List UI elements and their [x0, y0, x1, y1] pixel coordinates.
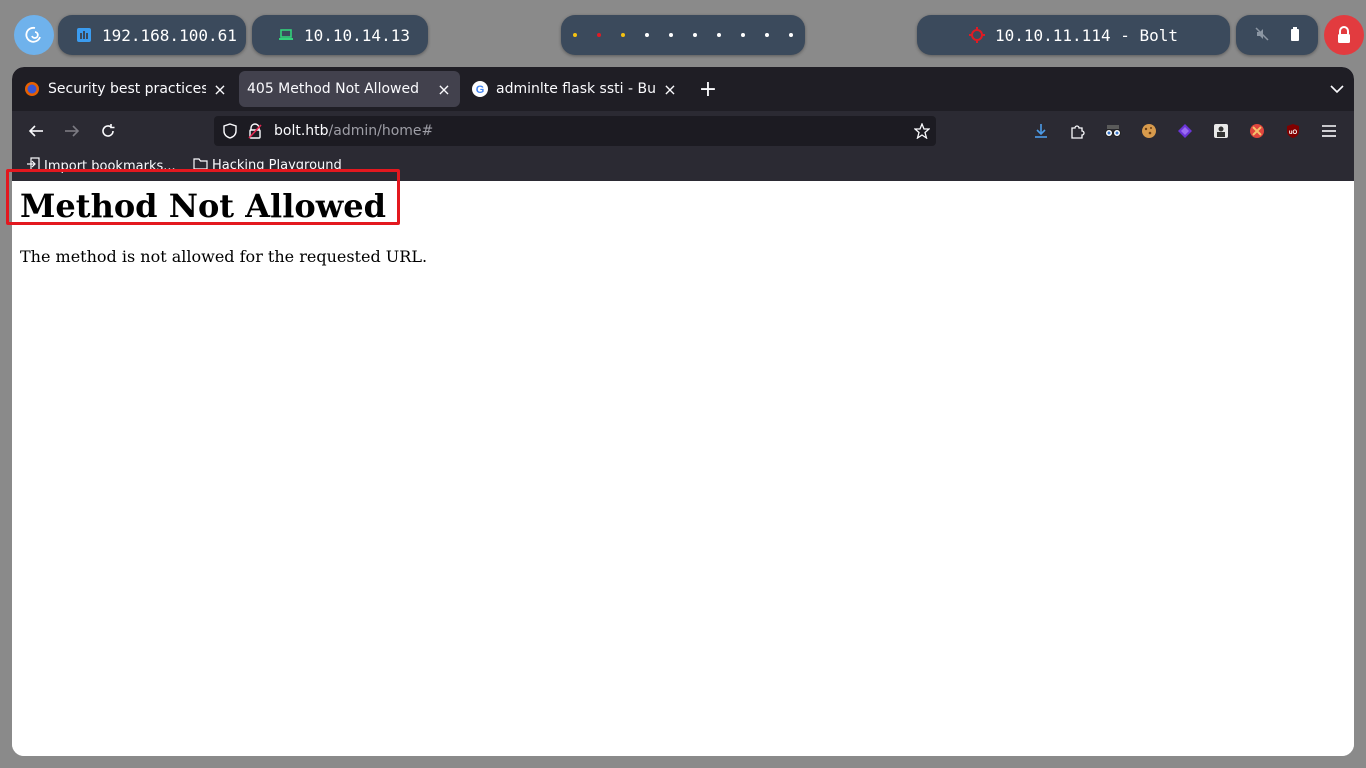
wappalyzer-extension-icon[interactable]: [1176, 122, 1194, 140]
insecure-lock-icon[interactable]: [248, 123, 262, 139]
svg-text:G: G: [476, 84, 485, 96]
tab-adminlte-flask-ssti[interactable]: G adminlte flask ssti - Busc ×: [464, 71, 686, 107]
bookmark-label: Hacking Playground: [212, 158, 342, 173]
user-agent-extension-icon[interactable]: [1212, 122, 1230, 140]
workspace-switcher[interactable]: [561, 15, 805, 55]
bookmark-import[interactable]: Import bookmarks...: [26, 157, 176, 175]
google-icon: G: [472, 81, 488, 97]
battery-icon[interactable]: [1290, 26, 1300, 45]
local-ip-text: 192.168.100.61: [102, 25, 237, 45]
shield-icon[interactable]: [222, 123, 238, 139]
network-icon: [76, 27, 92, 43]
close-tab-icon[interactable]: ×: [212, 80, 228, 99]
bookmark-label: Import bookmarks...: [44, 158, 176, 174]
tab-security-best-practices[interactable]: Security best practices | ×: [16, 71, 236, 107]
svg-text:uO: uO: [1289, 130, 1298, 136]
workspace-dot[interactable]: [779, 23, 803, 47]
back-arrow-icon[interactable]: [26, 121, 46, 141]
workspace-dot[interactable]: [587, 23, 611, 47]
tab-405-method-not-allowed[interactable]: 405 Method Not Allowed ×: [239, 71, 460, 107]
close-tab-icon[interactable]: ×: [436, 80, 452, 99]
workspace-dot[interactable]: [611, 23, 635, 47]
extensions-puzzle-icon[interactable]: [1068, 122, 1086, 140]
workspace-dot[interactable]: [563, 23, 587, 47]
cookie-extension-icon[interactable]: [1140, 122, 1158, 140]
hacktools-extension-icon[interactable]: [1248, 122, 1266, 140]
tab-title: Security best practices |: [48, 81, 206, 97]
url-path: /admin/home#: [328, 123, 434, 139]
vpn-ip-text: 10.10.14.13: [304, 25, 410, 45]
workspace-dot[interactable]: [683, 23, 707, 47]
downloads-icon[interactable]: [1032, 122, 1050, 140]
firefox-icon: [24, 81, 40, 97]
forward-arrow-icon[interactable]: [62, 121, 82, 141]
navigation-toolbar: bolt.htb/admin/home# uO: [12, 111, 1354, 151]
folder-icon: [193, 157, 212, 174]
page-content: Method Not Allowed The method is not all…: [12, 181, 1354, 756]
ublock-origin-icon[interactable]: uO: [1284, 122, 1302, 140]
target-crosshair-icon: [968, 27, 985, 43]
page-heading: Method Not Allowed: [20, 187, 386, 225]
spy-glasses-extension-icon[interactable]: [1104, 122, 1122, 140]
debian-logo-icon[interactable]: [14, 15, 54, 55]
vpn-ip-widget[interactable]: 10.10.14.13: [252, 15, 428, 55]
bookmarks-toolbar: Import bookmarks... Hacking Playground: [12, 151, 1354, 181]
workspace-dot[interactable]: [755, 23, 779, 47]
tab-title: 405 Method Not Allowed: [247, 81, 419, 97]
workspace-dot[interactable]: [731, 23, 755, 47]
bookmark-star-icon[interactable]: [913, 122, 931, 143]
close-tab-icon[interactable]: ×: [662, 80, 678, 99]
workspace-dot[interactable]: [707, 23, 731, 47]
tab-title: adminlte flask ssti - Busc: [496, 81, 656, 97]
target-widget[interactable]: 10.10.11.114 - Bolt: [917, 15, 1230, 55]
list-all-tabs-chevron-icon[interactable]: [1330, 79, 1344, 98]
workspace-dot[interactable]: [635, 23, 659, 47]
reload-icon[interactable]: [98, 121, 118, 141]
address-bar[interactable]: bolt.htb/admin/home#: [214, 116, 936, 146]
workspace-dot[interactable]: [659, 23, 683, 47]
url-host: bolt.htb: [274, 123, 329, 139]
error-message: The method is not allowed for the reques…: [20, 247, 428, 266]
target-text: 10.10.11.114 - Bolt: [994, 25, 1179, 45]
laptop-icon: [278, 28, 294, 42]
new-tab-button[interactable]: +: [696, 77, 720, 102]
browser-window: Security best practices | × 405 Method N…: [12, 67, 1354, 756]
bookmark-folder-hacking-playground[interactable]: Hacking Playground: [193, 157, 342, 174]
lock-screen-icon[interactable]: [1324, 15, 1364, 55]
system-tray[interactable]: [1236, 15, 1318, 55]
tab-bar: Security best practices | × 405 Method N…: [12, 67, 1354, 111]
hamburger-menu-icon[interactable]: [1320, 122, 1338, 140]
local-ip-widget[interactable]: 192.168.100.61: [58, 15, 246, 55]
import-icon: [26, 157, 44, 175]
volume-muted-icon[interactable]: [1254, 26, 1269, 45]
